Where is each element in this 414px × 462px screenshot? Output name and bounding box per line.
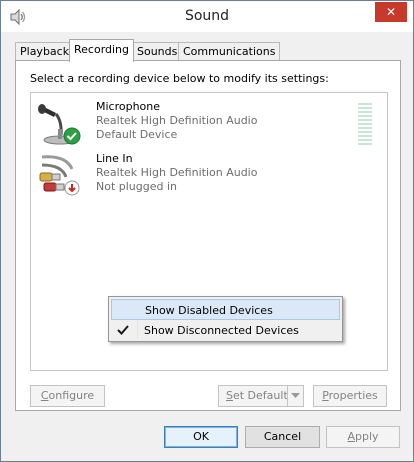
menu-item-label: Show Disconnected Devices — [144, 324, 299, 337]
device-name: Line In — [96, 152, 133, 165]
device-name: Microphone — [96, 100, 161, 113]
sound-dialog: Sound ✕ Playback Recording Sounds Commun… — [0, 0, 414, 462]
device-driver: Realtek High Definition Audio — [96, 166, 258, 179]
recording-tab-panel: Select a recording device below to modif… — [15, 60, 401, 411]
cancel-button[interactable]: Cancel — [245, 426, 320, 448]
instruction-text: Select a recording device below to modif… — [30, 72, 329, 85]
ok-label: OK — [193, 430, 209, 443]
set-default-dropdown[interactable] — [287, 386, 303, 406]
default-check-badge-icon — [63, 127, 81, 145]
cancel-label: Cancel — [263, 430, 302, 443]
configure-mnemonic: C — [40, 389, 49, 402]
set-default-mnemonic: S — [226, 389, 233, 402]
title-bar[interactable]: Sound ✕ — [1, 1, 413, 32]
device-list[interactable]: Microphone Realtek High Definition Audio… — [30, 92, 388, 371]
ok-button[interactable]: OK — [164, 426, 238, 448]
chevron-down-icon — [291, 393, 300, 398]
window-title: Sound — [184, 8, 230, 24]
device-line-in[interactable]: Line In Realtek High Definition Audio No… — [31, 147, 387, 203]
menu-item-show-disabled-devices[interactable]: Show Disabled Devices — [111, 299, 340, 320]
apply-label: pply — [355, 430, 379, 443]
unplugged-badge-icon — [64, 180, 80, 196]
tab-playback[interactable]: Playback — [15, 42, 75, 61]
apply-mnemonic: A — [347, 430, 355, 443]
checkmark-icon — [117, 325, 129, 335]
device-status: Not plugged in — [96, 180, 178, 193]
menu-item-label: Show Disabled Devices — [145, 304, 273, 317]
close-icon: ✕ — [385, 5, 397, 19]
set-default-rest: et Default — [232, 389, 288, 402]
apply-button[interactable]: Apply — [326, 426, 400, 448]
tab-recording[interactable]: Recording — [69, 39, 135, 62]
close-button[interactable]: ✕ — [375, 2, 407, 22]
menu-item-show-disconnected-devices[interactable]: Show Disconnected Devices — [111, 320, 340, 341]
properties-button[interactable]: Properties — [313, 385, 387, 407]
device-status: Default Device — [96, 128, 178, 141]
device-microphone[interactable]: Microphone Realtek High Definition Audio… — [31, 95, 387, 151]
tab-sounds[interactable]: Sounds — [132, 42, 183, 61]
configure-label: onfigure — [48, 389, 95, 402]
tab-communications[interactable]: Communications — [178, 42, 281, 61]
properties-label: roperties — [328, 389, 378, 402]
device-driver: Realtek High Definition Audio — [96, 114, 258, 127]
set-default-button[interactable]: Set Default — [218, 385, 304, 407]
configure-button[interactable]: Configure — [30, 385, 105, 407]
level-meter — [358, 103, 372, 147]
context-menu: Show Disabled Devices Show Disconnected … — [108, 296, 343, 342]
set-default-label: Set Default — [226, 386, 288, 406]
